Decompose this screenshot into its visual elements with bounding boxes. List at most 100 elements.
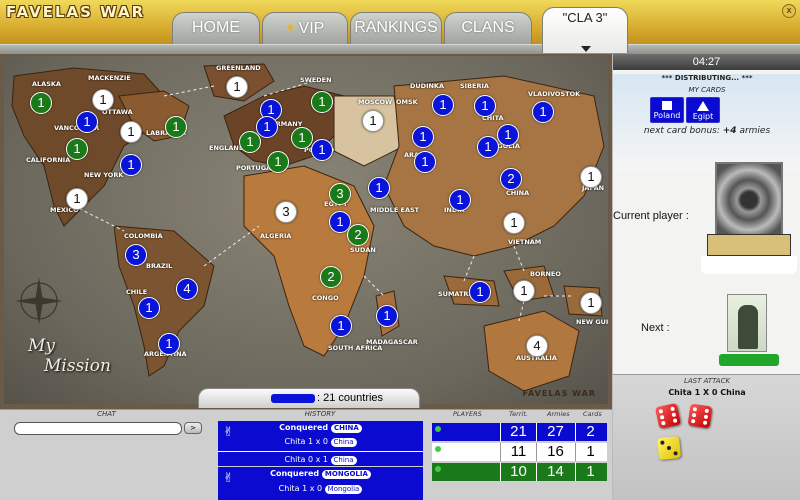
player-territ-value: 21: [500, 423, 536, 441]
card-egipt[interactable]: Egipt: [686, 97, 720, 123]
country-count-bar: : 21 countries: [198, 388, 420, 408]
army-marker-blue[interactable]: 3: [125, 244, 147, 266]
army-marker-white[interactable]: 1: [580, 292, 602, 314]
army-marker-blue[interactable]: 1: [256, 116, 278, 138]
army-marker-blue[interactable]: 1: [330, 315, 352, 337]
army-marker-blue[interactable]: 1: [474, 95, 496, 117]
history-panel: HISTORY ✌ Conquered CHINA Chita 1 x 0 Ch…: [213, 409, 427, 500]
map-watermark: FAVELAS WAR: [522, 389, 596, 398]
turn-timer: 04:27: [613, 54, 800, 70]
army-marker-green[interactable]: 1: [311, 91, 333, 113]
tab-active-game[interactable]: "CLA 3": [542, 7, 628, 53]
soldier-icon: [738, 305, 758, 349]
distributing-status: *** DISTRIBUTING... ***: [661, 74, 753, 82]
army-marker-blue[interactable]: 1: [158, 333, 180, 355]
army-marker-blue[interactable]: 1: [497, 124, 519, 146]
army-marker-blue[interactable]: 1: [138, 297, 160, 319]
tab-vip[interactable]: ★ VIP: [262, 12, 348, 46]
chat-send-button[interactable]: >: [184, 422, 202, 434]
country-count: : 21 countries: [317, 392, 384, 404]
army-marker-white[interactable]: 1: [503, 212, 525, 234]
army-marker-blue[interactable]: 1: [311, 139, 333, 161]
triangle-icon: [697, 101, 709, 111]
army-marker-green[interactable]: 2: [320, 266, 342, 288]
player-armies-value: 27: [536, 423, 574, 441]
world-map: ALASKA MACKENZIE OTTAWA VANCOUVER LABRAD…: [4, 56, 608, 404]
player-cards-value: 1: [575, 443, 605, 461]
player-row: 21 27 2: [432, 423, 607, 441]
tab-rankings[interactable]: RANKINGS: [350, 12, 442, 46]
game-window: FAVELAS WAR HOME ★ VIP RANKINGS CLANS x "…: [0, 0, 800, 500]
army-marker-white[interactable]: 4: [526, 335, 548, 357]
army-marker-white[interactable]: 1: [226, 76, 248, 98]
attack-die-icon: [687, 403, 713, 429]
attack-die-icon: [654, 402, 682, 430]
players-header: PLAYERS: [453, 410, 482, 418]
player-armies-value: 14: [536, 463, 574, 481]
army-marker-white[interactable]: 3: [275, 201, 297, 223]
army-marker-blue[interactable]: 4: [176, 278, 198, 300]
army-marker-green[interactable]: 1: [267, 151, 289, 173]
army-marker-green[interactable]: 1: [30, 92, 52, 114]
online-status-icon: [435, 426, 441, 432]
armies-header: Armies: [547, 410, 570, 418]
territories-header: Territ.: [509, 410, 528, 418]
army-marker-blue[interactable]: 1: [414, 151, 436, 173]
my-cards-label: MY CARDS: [688, 86, 726, 94]
history-entry-line: Chita 0 x 1 China: [218, 451, 423, 466]
army-marker-blue[interactable]: 1: [477, 136, 499, 158]
army-marker-green[interactable]: 1: [239, 131, 261, 153]
tab-home[interactable]: HOME: [172, 12, 260, 46]
army-marker-white[interactable]: 1: [66, 188, 88, 210]
player-cards-value: 2: [575, 423, 605, 441]
army-marker-blue[interactable]: 1: [412, 126, 434, 148]
defense-die-icon: [656, 435, 682, 461]
mission-line-1: My: [28, 336, 56, 356]
chevron-down-icon: [581, 46, 591, 52]
player-territ-value: 10: [500, 463, 536, 481]
land-africa: [243, 165, 375, 357]
player-row: 10 14 1: [432, 463, 607, 481]
right-panel: 04:27 *** DISTRIBUTING... *** MY CARDS P…: [612, 54, 800, 500]
compass-rose: [15, 277, 63, 325]
army-marker-green[interactable]: 1: [66, 138, 88, 160]
army-marker-green[interactable]: 1: [165, 116, 187, 138]
current-player-label: Current player :: [613, 210, 689, 222]
army-marker-blue[interactable]: 1: [368, 177, 390, 199]
army-marker-blue[interactable]: 1: [120, 154, 142, 176]
history-entry: ✌ Conquered MONGOLIA Chita 1 x 0 Mongoli…: [218, 467, 423, 500]
army-marker-blue[interactable]: 2: [500, 168, 522, 190]
chat-title: CHAT: [97, 410, 116, 418]
army-marker-white[interactable]: 1: [92, 89, 114, 111]
army-marker-green[interactable]: 2: [347, 224, 369, 246]
army-marker-white[interactable]: 1: [580, 166, 602, 188]
distribution-panel: *** DISTRIBUTING... *** MY CARDS Poland …: [613, 74, 800, 172]
map-frame: ALASKA MACKENZIE OTTAWA VANCOUVER LABRAD…: [0, 54, 612, 409]
next-card-bonus: next card bonus: +4 armies: [643, 126, 771, 136]
current-player-name-box: [701, 256, 797, 274]
army-marker-white[interactable]: 1: [513, 280, 535, 302]
land-north-america: [11, 67, 165, 227]
player-row: 11 16 1: [432, 443, 607, 461]
chat-input[interactable]: [14, 422, 182, 435]
current-player-plate: [707, 234, 791, 256]
card-poland[interactable]: Poland: [650, 97, 684, 123]
player-color-swatch: [271, 394, 315, 403]
last-attack-title: LAST ATTACK: [683, 377, 731, 385]
army-marker-blue[interactable]: 1: [532, 101, 554, 123]
chat-panel: CHAT >: [0, 409, 213, 500]
online-status-icon: [435, 466, 441, 472]
my-mission-button[interactable]: My Mission: [28, 336, 111, 376]
army-marker-green[interactable]: 3: [329, 183, 351, 205]
army-marker-green[interactable]: 1: [291, 127, 313, 149]
army-marker-white[interactable]: 1: [362, 110, 384, 132]
army-marker-blue[interactable]: 1: [376, 305, 398, 327]
army-marker-blue[interactable]: 1: [76, 111, 98, 133]
army-marker-blue[interactable]: 1: [432, 94, 454, 116]
tab-clans[interactable]: CLANS: [444, 12, 532, 46]
army-marker-blue[interactable]: 1: [449, 189, 471, 211]
army-marker-blue[interactable]: 1: [469, 281, 491, 303]
army-marker-white[interactable]: 1: [120, 121, 142, 143]
close-icon[interactable]: x: [782, 4, 796, 18]
history-entry: ✌ Conquered CHINA Chita 1 x 0 China: [218, 421, 423, 451]
